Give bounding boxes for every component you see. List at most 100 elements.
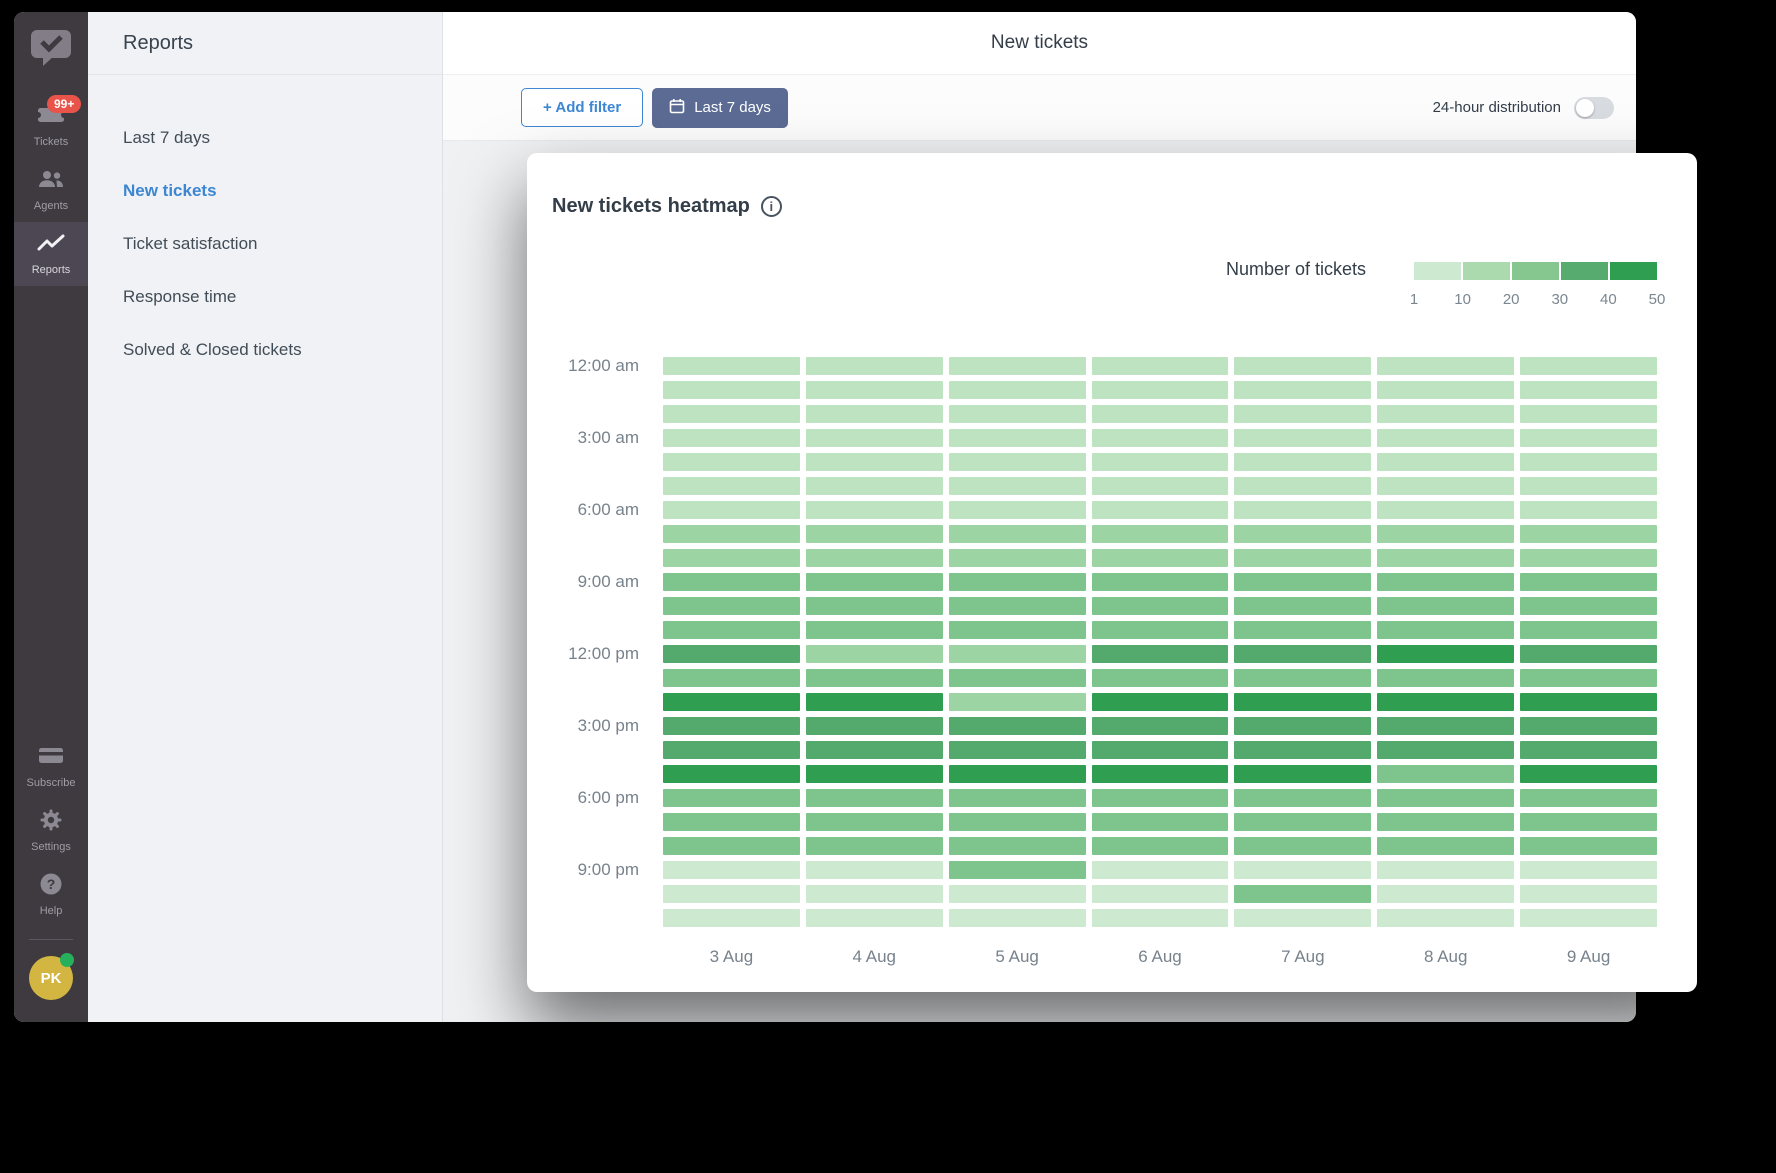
heatmap-cell (1234, 405, 1371, 423)
legend-tick-label: 20 (1503, 291, 1520, 308)
heatmap-cell (949, 501, 1086, 519)
heatmap-cell (1377, 669, 1514, 687)
distribution-toggle-label: 24-hour distribution (1433, 99, 1561, 116)
reports-icon (36, 233, 66, 258)
sidebar-item-settings[interactable]: Settings (14, 799, 88, 863)
svg-text:?: ? (47, 876, 56, 892)
legend-tick-label: 50 (1649, 291, 1666, 308)
sidebar-bottom-group: Subscribe (14, 735, 88, 1022)
heatmap-cell (1377, 789, 1514, 807)
heatmap-cell (949, 573, 1086, 591)
legend-tick-label: 1 (1410, 291, 1418, 308)
heatmap-grid (663, 357, 1657, 927)
menu-item-ticket-satisfaction[interactable]: Ticket satisfaction (123, 217, 442, 270)
heatmap-cell (806, 837, 943, 855)
heatmap-cell (1092, 429, 1229, 447)
legend-swatch (1414, 262, 1461, 280)
heatmap-cell (1092, 405, 1229, 423)
heatmap-cell (1234, 429, 1371, 447)
heatmap-cell (949, 765, 1086, 783)
page-header: New tickets (443, 12, 1636, 75)
menu-item-response-time[interactable]: Response time (123, 270, 442, 323)
agents-icon (37, 168, 65, 195)
heatmap-cell (1092, 549, 1229, 567)
sidebar-item-tickets[interactable]: 99+ Tickets (14, 94, 88, 158)
reports-menu: Last 7 days New tickets Ticket satisfact… (88, 75, 442, 376)
sidebar-item-help[interactable]: ? Help (14, 863, 88, 927)
heatmap-cell (1234, 573, 1371, 591)
heatmap-cell (663, 885, 800, 903)
tickets-count-badge: 99+ (47, 95, 81, 113)
heatmap-cell (1092, 789, 1229, 807)
sidebar-item-label: Help (40, 905, 63, 917)
heatmap-cell (1520, 813, 1657, 831)
heatmap-cell (1092, 381, 1229, 399)
heatmap-cell (1377, 453, 1514, 471)
heatmap-cell (1377, 405, 1514, 423)
heatmap-cell (1520, 549, 1657, 567)
heatmap-cell (1234, 477, 1371, 495)
heatmap-cell (1092, 669, 1229, 687)
heatmap-cell (1234, 597, 1371, 615)
heatmap-cell (1377, 909, 1514, 927)
heatmap-cell (1234, 885, 1371, 903)
distribution-toggle[interactable] (1574, 97, 1614, 119)
heatmap-cell (949, 357, 1086, 375)
heatmap-cell (1092, 645, 1229, 663)
menu-item-new-tickets[interactable]: New tickets (123, 164, 442, 217)
info-icon[interactable]: i (761, 196, 782, 217)
heatmap-cell (1234, 645, 1371, 663)
heatmap-cell (949, 453, 1086, 471)
heatmap-cell (663, 357, 800, 375)
heatmap-cell (1377, 765, 1514, 783)
legend-tick-label: 10 (1454, 291, 1471, 308)
heatmap-cell (1234, 525, 1371, 543)
heatmap-cell (949, 837, 1086, 855)
heatmap-cell (1520, 453, 1657, 471)
heatmap-cell (1092, 693, 1229, 711)
y-axis-label: 9:00 am (578, 573, 639, 591)
heatmap-cell (806, 645, 943, 663)
legend-swatch (1610, 262, 1657, 280)
heatmap-cell (1377, 645, 1514, 663)
heatmap-cell (1520, 597, 1657, 615)
sidebar-item-label: Subscribe (27, 777, 76, 789)
heatmap-cell (1234, 453, 1371, 471)
sidebar-item-subscribe[interactable]: Subscribe (14, 735, 88, 799)
heatmap-cell (1520, 405, 1657, 423)
toggle-knob (1576, 99, 1594, 117)
heatmap-cell (663, 573, 800, 591)
heatmap-cell (1092, 357, 1229, 375)
heatmap-cell (1092, 813, 1229, 831)
x-axis-label: 4 Aug (806, 947, 943, 967)
heatmap-cell (1234, 693, 1371, 711)
heatmap-cell (949, 909, 1086, 927)
sidebar-item-label: Reports (32, 264, 71, 276)
heatmap-cell (1520, 501, 1657, 519)
sidebar-item-reports[interactable]: Reports (14, 222, 88, 286)
heatmap-cell (663, 645, 800, 663)
heatmap-cell (1377, 837, 1514, 855)
heatmap-cell (663, 501, 800, 519)
heatmap-cell (1377, 501, 1514, 519)
menu-item-solved-closed-tickets[interactable]: Solved & Closed tickets (123, 323, 442, 376)
heatmap-cell (1377, 861, 1514, 879)
y-axis-label: 12:00 pm (568, 645, 639, 663)
date-range-button[interactable]: Last 7 days (652, 88, 788, 128)
heatmap-cell (1520, 693, 1657, 711)
heatmap-cell (1520, 645, 1657, 663)
avatar[interactable]: PK (29, 956, 73, 1000)
heatmap-cell (806, 861, 943, 879)
sidebar-item-agents[interactable]: Agents (14, 158, 88, 222)
heatmap-cell (1377, 813, 1514, 831)
heatmap-cell (663, 405, 800, 423)
heatmap-cell (1092, 621, 1229, 639)
heatmap-cell (1234, 909, 1371, 927)
heatmap-cell (663, 909, 800, 927)
menu-item-last-7-days[interactable]: Last 7 days (123, 111, 442, 164)
date-range-label: Last 7 days (694, 99, 771, 116)
toolbar: + Add filter Last 7 days 24-hour distrib… (443, 75, 1636, 141)
add-filter-button[interactable]: + Add filter (521, 88, 643, 127)
y-axis-label: 6:00 pm (578, 789, 639, 807)
heatmap-cell (1234, 381, 1371, 399)
